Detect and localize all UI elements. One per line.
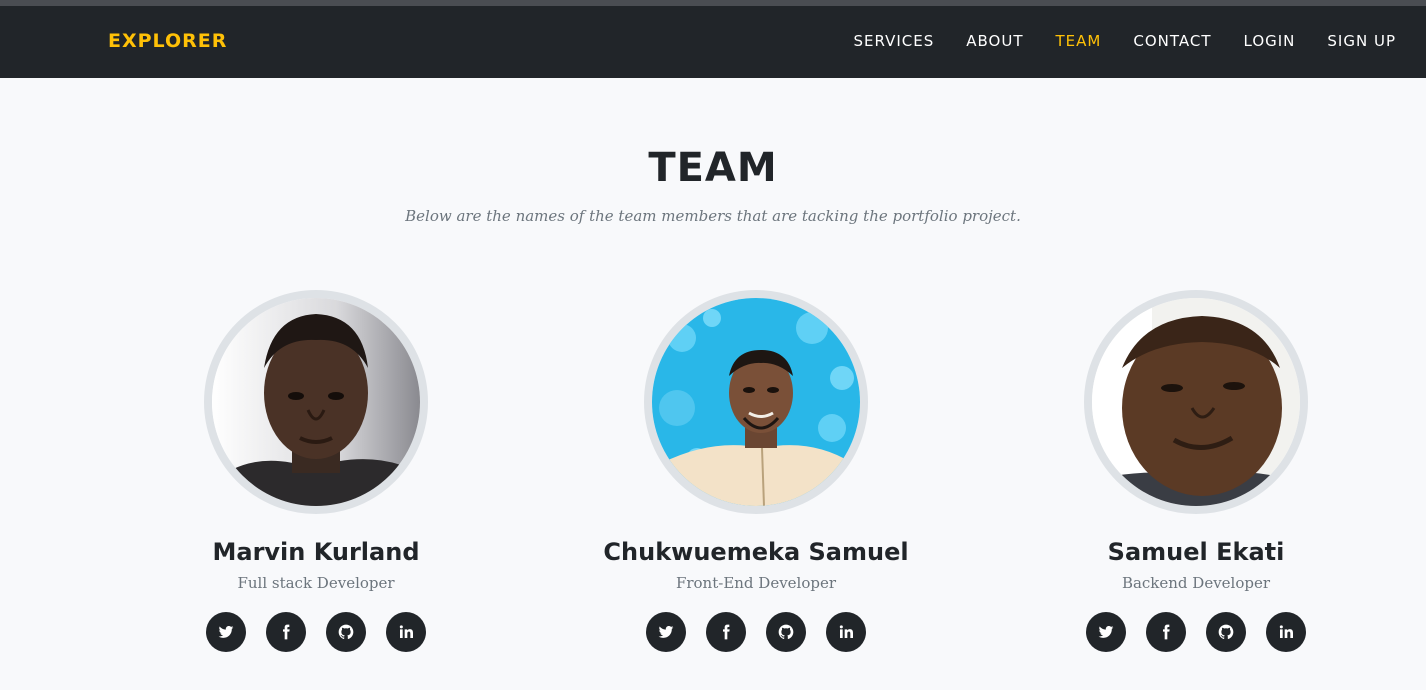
nav-team[interactable]: TEAM <box>1056 32 1102 50</box>
facebook-icon[interactable] <box>1146 612 1186 652</box>
section-subtitle: Below are the names of the team members … <box>405 207 1021 225</box>
member-name: Marvin Kurland <box>212 538 420 566</box>
member-role: Backend Developer <box>1121 574 1271 592</box>
member-name: Chukwuemeka Samuel <box>603 538 909 566</box>
section-title: TEAM <box>648 145 778 191</box>
social-links <box>96 612 536 652</box>
github-icon[interactable] <box>1206 612 1246 652</box>
nav-sign-up[interactable]: SIGN UP <box>1327 32 1396 50</box>
avatar-photo <box>652 298 860 506</box>
facebook-icon[interactable] <box>266 612 306 652</box>
team-member-card: Samuel Ekati Backend Developer <box>976 290 1416 652</box>
nav-contact[interactable]: CONTACT <box>1133 32 1211 50</box>
member-role: Front-End Developer <box>675 574 837 592</box>
github-icon[interactable] <box>766 612 806 652</box>
member-name: Samuel Ekati <box>1107 538 1285 566</box>
social-links <box>976 612 1416 652</box>
facebook-icon[interactable] <box>706 612 746 652</box>
member-role: Full stack Developer <box>237 574 395 592</box>
avatar-photo <box>212 298 420 506</box>
twitter-icon[interactable] <box>1086 612 1126 652</box>
avatar-photo <box>1092 298 1300 506</box>
nav-about[interactable]: ABOUT <box>966 32 1023 50</box>
social-links <box>536 612 976 652</box>
avatar <box>1084 290 1308 514</box>
brand-logo[interactable]: EXPLORER <box>108 30 227 52</box>
navbar: EXPLORER SERVICES ABOUT TEAM CONTACT LOG… <box>0 6 1426 78</box>
nav-menu: SERVICES ABOUT TEAM CONTACT LOGIN SIGN U… <box>822 32 1397 50</box>
avatar <box>204 290 428 514</box>
team-member-card: Marvin Kurland Full stack Developer <box>96 290 536 652</box>
linkedin-icon[interactable] <box>386 612 426 652</box>
github-icon[interactable] <box>326 612 366 652</box>
twitter-icon[interactable] <box>206 612 246 652</box>
twitter-icon[interactable] <box>646 612 686 652</box>
linkedin-icon[interactable] <box>826 612 866 652</box>
team-member-card: Chukwuemeka Samuel Front-End Developer <box>536 290 976 652</box>
avatar <box>644 290 868 514</box>
nav-services[interactable]: SERVICES <box>854 32 935 50</box>
nav-login[interactable]: LOGIN <box>1244 32 1296 50</box>
linkedin-icon[interactable] <box>1266 612 1306 652</box>
